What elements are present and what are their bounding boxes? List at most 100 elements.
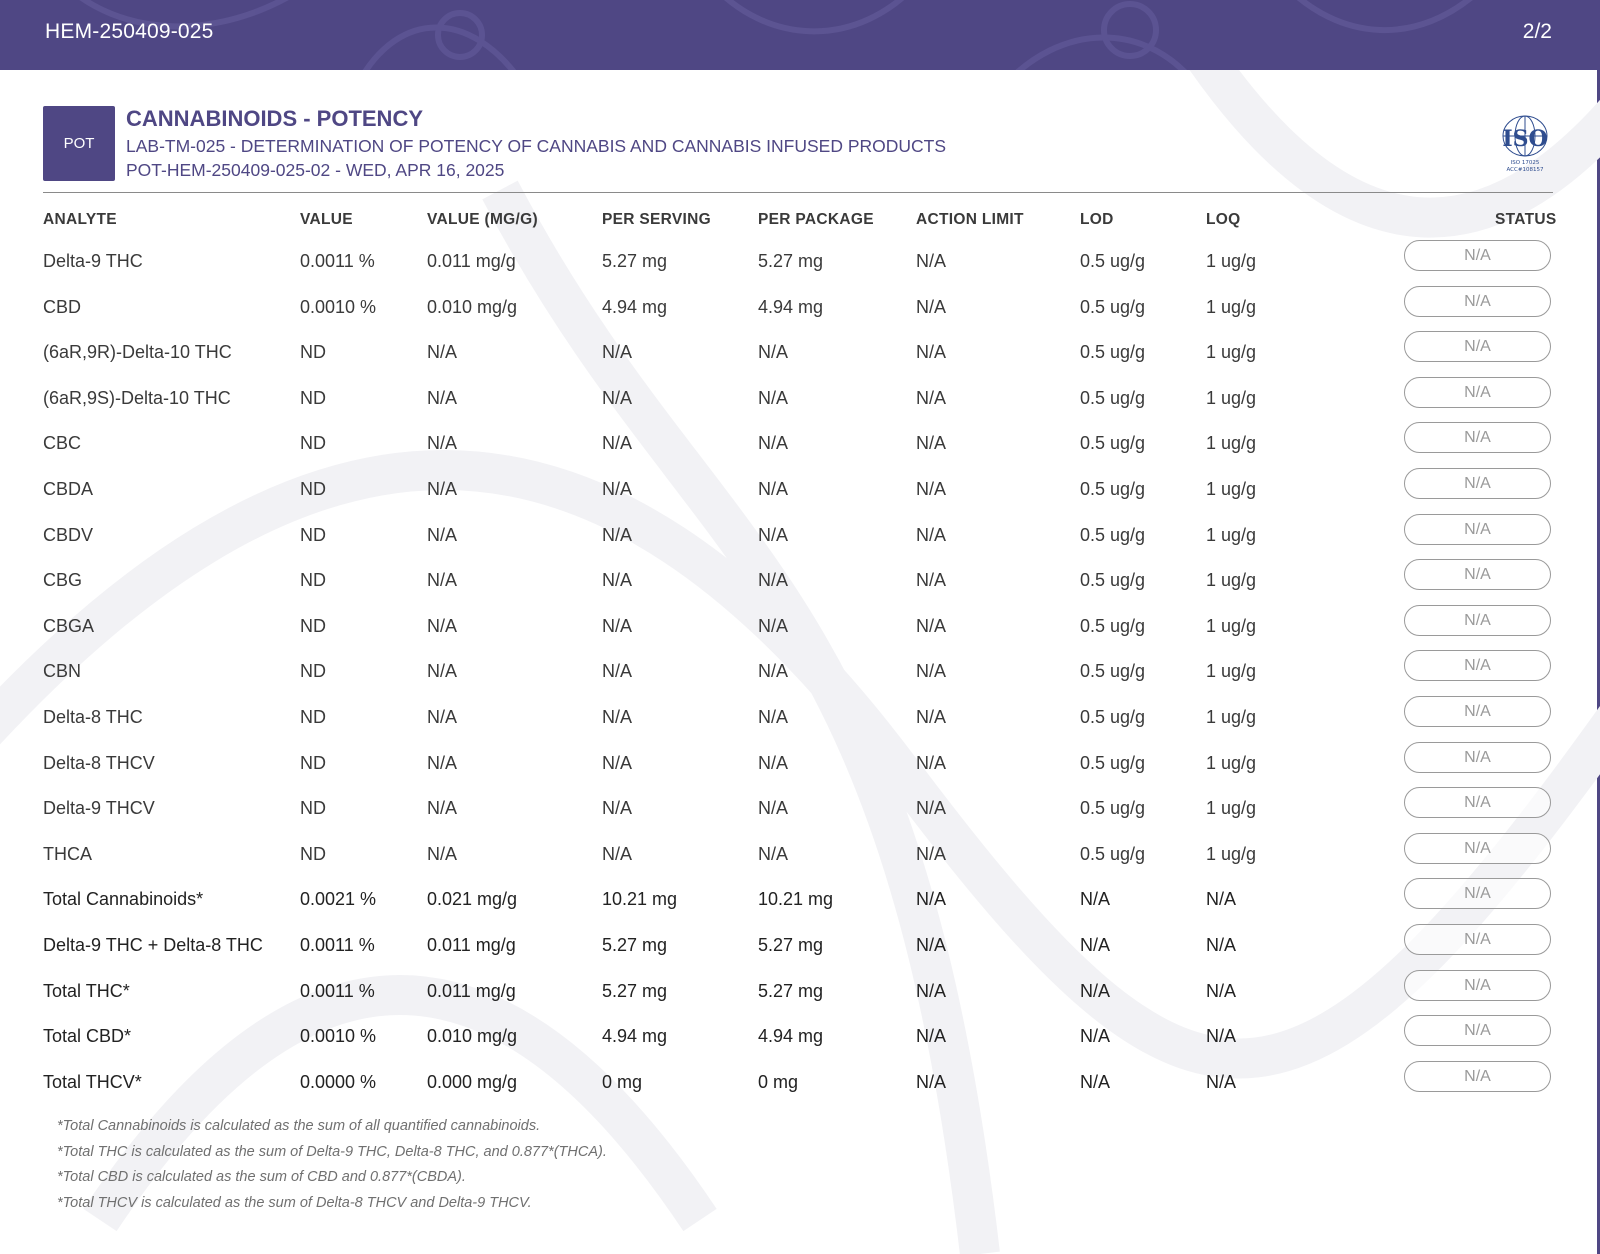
analyte-cell: Total CBD* [43, 1026, 132, 1046]
action-limit-cell: N/A [916, 844, 947, 864]
per-serving-cell: N/A [602, 525, 633, 545]
analyte-cell: CBC [43, 433, 82, 453]
lod-cell: 0.5 ug/g [1080, 479, 1146, 499]
section-title: CANNABINOIDS - POTENCY [126, 106, 424, 131]
banner-pattern [79, 0, 1473, 70]
table-row: (6aR,9R)-Delta-10 THC ND N/A N/A N/A N/A 0.5 u… [0, 331, 1600, 386]
col-status: STATUS [1495, 211, 1557, 228]
value-cell: ND [300, 753, 326, 773]
value-cell: 0.0011 % [300, 935, 375, 955]
value-cell: 0.0011 % [300, 251, 375, 271]
footnote: *Total THC is calculated as the sum of D… [57, 1143, 607, 1160]
per-serving-cell: N/A [602, 798, 633, 818]
col-value: VALUE [300, 211, 353, 228]
col-value-mg-g: VALUE (MG/G) [427, 211, 538, 228]
action-limit-cell: N/A [916, 1072, 947, 1092]
loq-cell: 1 ug/g [1206, 342, 1257, 362]
action-limit-cell: N/A [916, 661, 947, 681]
value-cell: ND [300, 570, 326, 590]
action-limit-cell: N/A [916, 798, 947, 818]
value-cell: ND [300, 616, 326, 636]
loq-cell: N/A [1206, 1026, 1237, 1046]
svg-text:ISO: ISO [1502, 126, 1547, 152]
table-row: CBD 0.0010 % 0.010 mg/g 4.94 mg 4.94 mg N/A 0.… [0, 286, 1600, 341]
per-serving-cell: N/A [602, 753, 633, 773]
loq-cell: 1 ug/g [1206, 525, 1257, 545]
status-badge: N/A [1404, 286, 1551, 317]
table-row: Total Cannabinoids* 0.0021 % 0.021 mg/g 10.… [0, 878, 1600, 933]
analyte-cell: Total Cannabinoids* [43, 889, 204, 909]
per-serving-cell: N/A [602, 479, 633, 499]
loq-cell: 1 ug/g [1206, 479, 1257, 499]
col-loq: LOQ [1206, 211, 1241, 228]
lod-cell: 0.5 ug/g [1080, 798, 1146, 818]
per-package-cell: 4.94 mg [758, 1026, 824, 1046]
analyte-cell: Total THCV* [43, 1072, 142, 1092]
table-row: Total THCV* 0.0000 % 0.000 mg/g 0 mg 0 mg N/A… [0, 1061, 1600, 1116]
table-row: CBG ND N/A N/A N/A N/A 0.5 ug/g 1 ug/g N/A [0, 559, 1600, 614]
value-cell: 0.0010 % [300, 297, 377, 317]
status-badge: N/A [1404, 787, 1551, 818]
per-package-cell: 0 mg [758, 1072, 799, 1092]
svg-text:ISO 17025: ISO 17025 [1511, 160, 1540, 166]
value-mg-g-cell: 0.011 mg/g [427, 251, 516, 271]
per-serving-cell: 5.27 mg [602, 935, 668, 955]
loq-cell: 1 ug/g [1206, 844, 1257, 864]
table-row: Delta-9 THCV ND N/A N/A N/A N/A 0.5 ug/g 1 ug/g… [0, 787, 1600, 842]
per-package-cell: 4.94 mg [758, 297, 824, 317]
value-mg-g-cell: N/A [427, 525, 458, 545]
value-mg-g-cell: N/A [427, 342, 458, 362]
status-badge: N/A [1404, 696, 1551, 727]
per-package-cell: N/A [758, 525, 789, 545]
per-package-cell: N/A [758, 707, 789, 727]
per-serving-cell: N/A [602, 844, 633, 864]
action-limit-cell: N/A [916, 342, 947, 362]
section-header: POT CANNABINOIDS - POTENCY LAB-TM-025 - … [43, 106, 1553, 184]
loq-cell: N/A [1206, 1072, 1237, 1092]
value-cell: 0.0010 % [300, 1026, 377, 1046]
value-mg-g-cell: 0.021 mg/g [427, 889, 518, 909]
loq-cell: 1 ug/g [1206, 433, 1257, 453]
per-package-cell: 5.27 mg [758, 251, 824, 271]
table-row: CBC ND N/A N/A N/A N/A 0.5 ug/g 1 ug/g N/A [0, 422, 1600, 477]
action-limit-cell: N/A [916, 616, 947, 636]
analyte-cell: Delta-9 THCV [43, 798, 155, 818]
value-cell: ND [300, 342, 326, 362]
header-divider [43, 192, 1553, 193]
loq-cell: 1 ug/g [1206, 388, 1257, 408]
value-mg-g-cell: N/A [427, 707, 458, 727]
lod-cell: 0.5 ug/g [1080, 570, 1146, 590]
status-badge: N/A [1404, 240, 1551, 271]
test-method: LAB-TM-025 - DETERMINATION OF POTENCY OF… [126, 136, 947, 156]
sample-id-date: POT-HEM-250409-025-02 - WED, APR 16, 202… [126, 160, 505, 180]
status-badge: N/A [1404, 742, 1551, 773]
table-row: CBDV ND N/A N/A N/A N/A 0.5 ug/g 1 ug/g N/A [0, 514, 1600, 569]
per-package-cell: N/A [758, 844, 789, 864]
analyte-cell: Delta-8 THCV [43, 753, 155, 773]
value-mg-g-cell: N/A [427, 479, 458, 499]
value-cell: 0.0011 % [300, 981, 375, 1001]
analyte-cell: CBN [43, 661, 82, 681]
analyte-cell: Total THC* [43, 981, 130, 1001]
status-badge: N/A [1404, 924, 1551, 955]
per-package-cell: N/A [758, 433, 789, 453]
lod-cell: 0.5 ug/g [1080, 388, 1146, 408]
per-package-cell: N/A [758, 570, 789, 590]
per-serving-cell: 5.27 mg [602, 981, 668, 1001]
value-cell: ND [300, 798, 326, 818]
per-package-cell: N/A [758, 342, 789, 362]
action-limit-cell: N/A [916, 479, 947, 499]
value-cell: ND [300, 525, 326, 545]
action-limit-cell: N/A [916, 570, 947, 590]
per-serving-cell: N/A [602, 616, 633, 636]
value-mg-g-cell: N/A [427, 388, 458, 408]
loq-cell: 1 ug/g [1206, 661, 1257, 681]
status-badge: N/A [1404, 970, 1551, 1001]
table-row: THCA ND N/A N/A N/A N/A 0.5 ug/g 1 ug/g N/A [0, 833, 1600, 888]
table-row: Delta-9 THC + Delta-8 THC 0.0011 % 0.011 m… [0, 924, 1600, 979]
document-id: HEM-250409-025 [45, 20, 214, 43]
loq-cell: N/A [1206, 889, 1237, 909]
footnote: *Total Cannabinoids is calculated as the… [57, 1118, 541, 1134]
per-package-cell: N/A [758, 616, 789, 636]
col-lod: LOD [1080, 211, 1114, 228]
